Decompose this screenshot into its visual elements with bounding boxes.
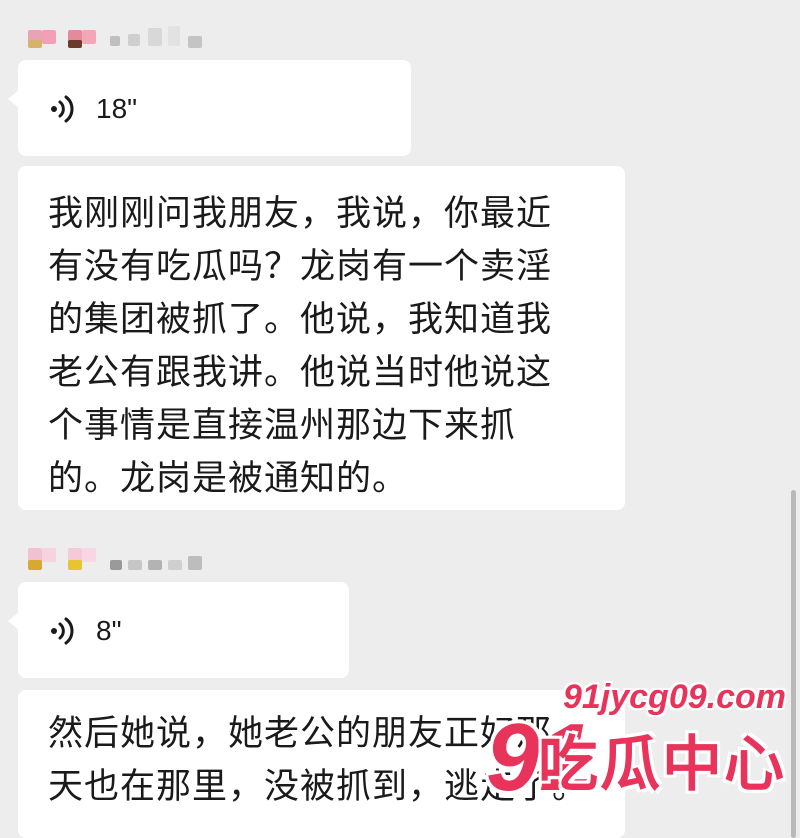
- watermark-brand: 吃瓜中心: [538, 730, 786, 800]
- voice-message-bubble[interactable]: 8": [8, 582, 349, 678]
- watermark-url: 91jycg09.com: [562, 678, 786, 716]
- text-message-bubble[interactable]: 我刚刚问我朋友，我说，你最近 有没有吃瓜吗？龙岗有一个卖淫 的集团被抓了。他说，…: [18, 166, 625, 510]
- voice-message-bubble[interactable]: 18": [8, 60, 411, 156]
- watermark-logo: 91jycg09.com 91 吃瓜中心: [486, 678, 786, 828]
- voice-duration: 18": [96, 93, 138, 124]
- voice-playback-icon: [51, 95, 74, 123]
- scrollbar[interactable]: [791, 490, 796, 838]
- voice-playback-icon: [51, 617, 74, 645]
- sender-name-blurred: [28, 548, 218, 570]
- sender-name-blurred: [28, 26, 218, 48]
- message-text: 我刚刚问我朋友，我说，你最近 有没有吃瓜吗？龙岗有一个卖淫 的集团被抓了。他说，…: [48, 194, 553, 499]
- voice-duration: 8": [96, 615, 122, 646]
